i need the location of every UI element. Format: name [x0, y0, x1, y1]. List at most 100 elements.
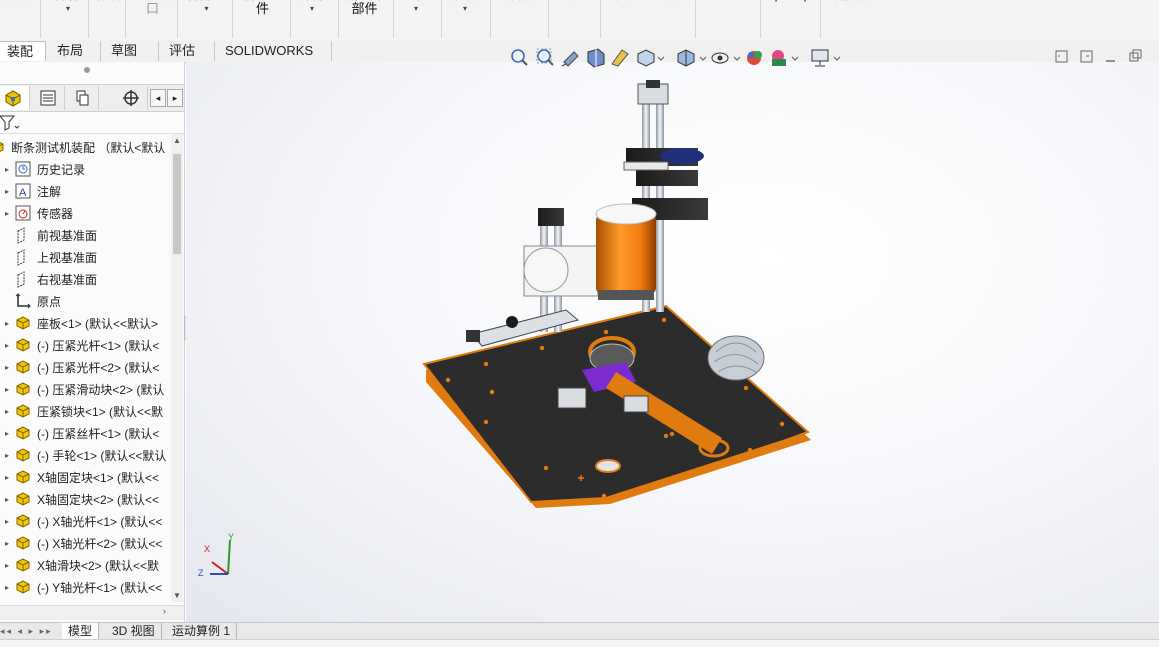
- tree-item[interactable]: ▸ (-) 压紧光杆<2> (默认<: [0, 356, 170, 378]
- tab-navigation-arrows[interactable]: ◂◂ ◂ ▸ ▸▸: [0, 623, 62, 639]
- expand-arrow-icon[interactable]: ▸: [0, 583, 14, 592]
- scrollbar-thumb[interactable]: [173, 154, 181, 254]
- expand-arrow-icon[interactable]: ▸: [0, 165, 14, 174]
- assembly-model-view[interactable]: [186, 62, 1159, 622]
- tab-motion-study[interactable]: 运动算例 1: [166, 623, 238, 639]
- tree-filter-bar: [0, 111, 184, 134]
- expand-arrow-icon[interactable]: ▸: [0, 407, 14, 416]
- tree-item[interactable]: ▸ (-) Y轴光杆<1> (默认<<: [0, 576, 170, 598]
- ribbon-command-3[interactable]: 预览窗 口: [133, 0, 172, 16]
- tree-item[interactable]: ▸ A 注解: [0, 180, 170, 202]
- expand-arrow-icon[interactable]: ▸: [0, 385, 14, 394]
- ribbon-command-13[interactable]: 线草图: [651, 0, 690, 2]
- property-manager-tab[interactable]: [31, 86, 65, 110]
- tree-item[interactable]: 上视基准面: [0, 246, 170, 268]
- ribbon-command-1[interactable]: 部件 ▾: [55, 0, 81, 14]
- scroll-right-icon[interactable]: ›: [163, 606, 166, 616]
- ribbon-command-12[interactable]: 图: [615, 0, 628, 2]
- ribbon-command-10[interactable]: 动算例: [498, 0, 537, 2]
- tree-item[interactable]: ▸ X轴滑块<2> (默认<<默: [0, 554, 170, 576]
- expand-arrow-icon[interactable]: ▸: [0, 341, 14, 350]
- expand-arrow-icon[interactable]: ▸: [0, 517, 14, 526]
- tree-item-label: 传感器: [37, 206, 74, 221]
- ribbon-command-0[interactable]: 部件: [4, 0, 30, 2]
- tree-item[interactable]: 前视基准面: [0, 224, 170, 246]
- tree-root-assembly[interactable]: 断条测试机装配 （默认<默认: [0, 136, 165, 158]
- tab-evaluate[interactable]: 评估: [159, 41, 215, 61]
- ribbon-command-15[interactable]: Speedpak: [766, 0, 825, 2]
- dropdown-arrow-icon[interactable]: ▾: [299, 4, 325, 14]
- motor-fan[interactable]: [707, 335, 765, 381]
- tab-model[interactable]: 模型: [62, 623, 100, 639]
- tree-item[interactable]: ▸ 历史记录: [0, 158, 170, 180]
- tab-sketch[interactable]: 草图: [101, 41, 159, 61]
- left-column-block[interactable]: [523, 208, 599, 297]
- ribbon-command-2[interactable]: 配合: [97, 0, 123, 2]
- tree-item[interactable]: ▸ (-) 压紧滑动块<2> (默认: [0, 378, 170, 400]
- scroll-up-icon[interactable]: ▲: [173, 136, 181, 145]
- tab-layout[interactable]: 布局: [47, 41, 101, 61]
- expand-arrow-icon[interactable]: ▸: [0, 363, 14, 372]
- expand-arrow-icon[interactable]: ▸: [0, 451, 14, 460]
- tile-left-icon[interactable]: [1055, 50, 1068, 63]
- ribbon-command-4[interactable]: 件阵列 ▾: [187, 0, 226, 14]
- part-icon: [14, 512, 32, 530]
- expand-arrow-icon[interactable]: ▸: [0, 473, 14, 482]
- ribbon-command-14[interactable]: InstantsD: [703, 0, 758, 2]
- tree-item[interactable]: ▸ X轴固定块<2> (默认<<: [0, 488, 170, 510]
- tree-item[interactable]: ▸ X轴固定块<1> (默认<<: [0, 466, 170, 488]
- tree-item[interactable]: ▸ (-) 压紧光杆<1> (默认<: [0, 334, 170, 356]
- ribbon-command-5[interactable]: 智能扣 件: [243, 0, 282, 16]
- ribbon-command-label: 拍快照: [830, 0, 869, 2]
- tree-item[interactable]: ▸ (-) 压紧丝杆<1> (默认<: [0, 422, 170, 444]
- tree-item[interactable]: ▸ 座板<1> (默认<<默认>: [0, 312, 170, 334]
- tree-item[interactable]: ▸ (-) X轴光杆<1> (默认<<: [0, 510, 170, 532]
- tree-item-label: 右视基准面: [37, 272, 98, 287]
- expand-arrow-icon[interactable]: ▸: [0, 495, 14, 504]
- dropdown-arrow-icon[interactable]: ▾: [403, 4, 429, 14]
- dropdown-arrow-icon[interactable]: ▾: [452, 4, 478, 14]
- tree-item[interactable]: 右视基准面: [0, 268, 170, 290]
- ribbon-command-label: 动算例: [498, 0, 537, 2]
- feature-tree-tab[interactable]: [0, 86, 30, 110]
- filter-icon[interactable]: [0, 113, 20, 133]
- tree-vertical-scrollbar[interactable]: ▲ ▼: [171, 134, 183, 602]
- tree-item[interactable]: ▸ 压紧锁块<1> (默认<<默: [0, 400, 170, 422]
- configuration-icon: [76, 90, 88, 106]
- tab-assembly[interactable]: 装配体: [0, 41, 46, 79]
- expand-arrow-icon[interactable]: ▸: [0, 187, 14, 196]
- expand-arrow-icon[interactable]: ▸: [0, 561, 14, 570]
- tree-item[interactable]: ▸ 传感器: [0, 202, 170, 224]
- tile-right-icon[interactable]: [1080, 50, 1093, 63]
- tree-item[interactable]: 原点: [0, 290, 170, 312]
- dimxpert-tab[interactable]: [114, 86, 148, 110]
- tabs-scroll-left-button[interactable]: ◂: [150, 89, 166, 107]
- ribbon-command-9[interactable]: 制体 ▾: [452, 0, 478, 14]
- expand-arrow-icon[interactable]: ▸: [0, 539, 14, 548]
- ribbon-command-7[interactable]: 藏的零 部件: [345, 0, 384, 16]
- expand-arrow-icon[interactable]: ▸: [0, 319, 14, 328]
- tree-horizontal-scrollbar[interactable]: ›: [0, 605, 184, 620]
- tab-3d-view[interactable]: 3D 视图: [106, 623, 162, 639]
- dropdown-arrow-icon[interactable]: ▾: [55, 4, 81, 14]
- ribbon-command-6[interactable]: 部件 ▾: [299, 0, 325, 14]
- orange-motor[interactable]: [595, 203, 657, 300]
- ribbon-command-11[interactable]: 细表: [556, 0, 582, 2]
- top-block[interactable]: [623, 80, 708, 220]
- panel-collapse-handle[interactable]: [84, 67, 90, 73]
- restore-icon[interactable]: [1129, 49, 1142, 62]
- tree-item[interactable]: ▸ (-) X轴光杆<2> (默认<<: [0, 532, 170, 554]
- configuration-manager-tab[interactable]: [65, 86, 99, 110]
- expand-arrow-icon[interactable]: ▸: [0, 429, 14, 438]
- scroll-down-icon[interactable]: ▼: [173, 591, 181, 600]
- panel-tabs: ◂ ▸: [0, 84, 184, 112]
- tabs-scroll-right-button[interactable]: ▸: [167, 89, 183, 107]
- tab-solidworks-addins[interactable]: SOLIDWORKS 插件: [215, 41, 332, 78]
- graphics-area[interactable]: Y X Z: [186, 48, 1159, 622]
- expand-arrow-icon[interactable]: ▸: [0, 209, 14, 218]
- ribbon-command-16[interactable]: 拍快照: [830, 0, 869, 2]
- tree-item[interactable]: ▸ (-) 手轮<1> (默认<<默认: [0, 444, 170, 466]
- dropdown-arrow-icon[interactable]: ▾: [187, 4, 226, 14]
- ribbon-command-8[interactable]: 特征 ▾: [403, 0, 429, 14]
- tree-item-label: (-) 压紧光杆<1> (默认<: [37, 338, 160, 353]
